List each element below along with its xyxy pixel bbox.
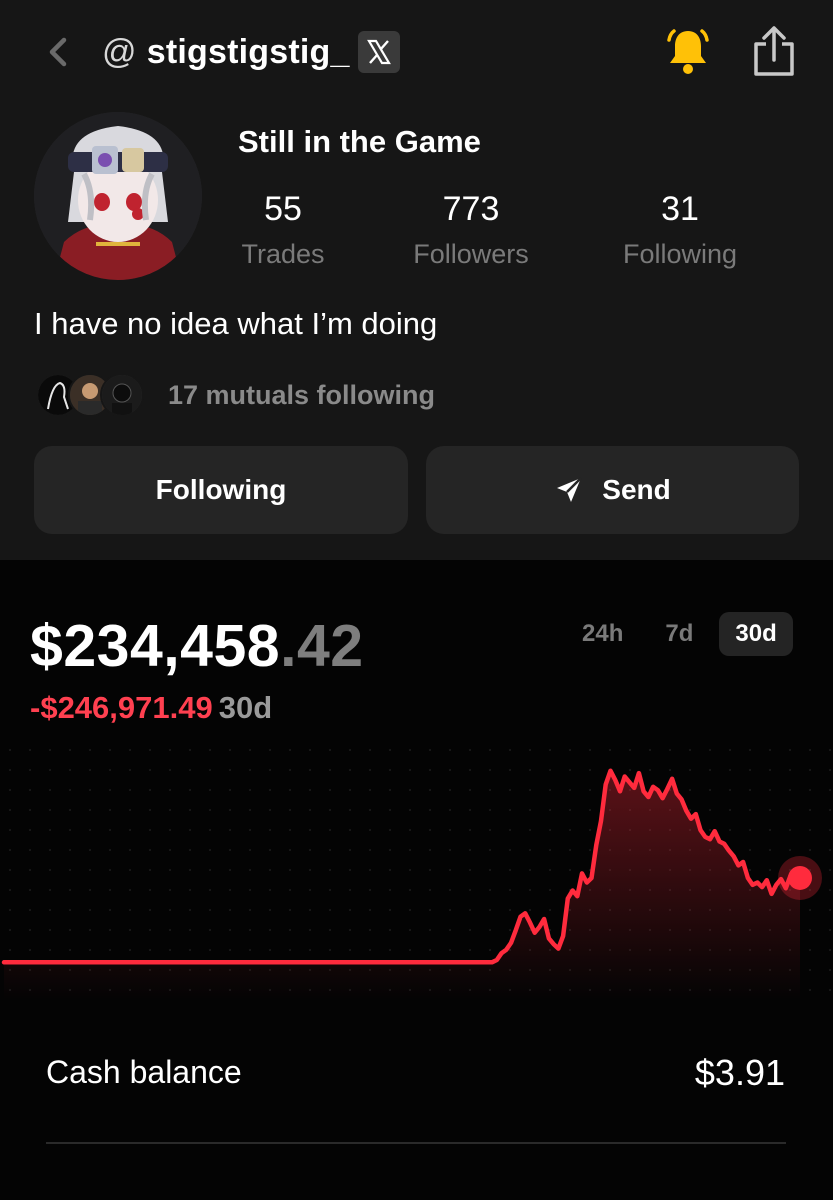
stat-label: Following xyxy=(622,239,738,269)
x-logo-icon[interactable] xyxy=(357,31,400,73)
x-logo-glyph xyxy=(366,39,391,65)
back-chevron-icon[interactable] xyxy=(44,32,74,72)
divider xyxy=(46,1142,786,1144)
share-icon[interactable] xyxy=(750,24,798,78)
portfolio-chart[interactable] xyxy=(0,740,833,1000)
mutual-avatar xyxy=(100,373,144,417)
portfolio-value: $234,458.42 xyxy=(30,612,364,680)
time-range-selector: 24h 7d 30d xyxy=(556,612,793,656)
stat-value: 31 xyxy=(661,190,699,228)
profile-header: @ stigstigstig_ xyxy=(0,22,833,82)
range-24h[interactable]: 24h xyxy=(566,612,639,656)
chart-endpoint-dot xyxy=(788,865,812,890)
stat-value: 55 xyxy=(264,190,302,228)
portfolio-change: -$246,971.49 30d xyxy=(30,690,272,726)
following-label: Following xyxy=(155,474,287,505)
following-button[interactable]: Following xyxy=(34,446,408,534)
stat-label: Trades xyxy=(241,239,325,269)
mutuals-row[interactable]: 17 mutuals following xyxy=(36,372,435,418)
mutuals-text: 17 mutuals following xyxy=(168,379,436,410)
profile-section: @ stigstigstig_ Still in the Game 55 Tra… xyxy=(0,0,833,560)
send-label: Send xyxy=(602,474,671,505)
avatar-illustration xyxy=(34,112,202,280)
cash-balance-label: Cash balance xyxy=(46,1054,242,1090)
cash-balance-value: $3.91 xyxy=(694,1052,785,1093)
stat-value: 773 xyxy=(442,190,500,228)
display-name: Still in the Game xyxy=(238,124,481,159)
change-amount: -$246,971.49 xyxy=(30,690,213,725)
range-30d[interactable]: 30d xyxy=(719,612,793,656)
change-period: 30d xyxy=(218,690,273,725)
stat-following[interactable]: 31 Following xyxy=(608,190,752,270)
profile-bio: I have no idea what I’m doing xyxy=(34,306,438,341)
at-symbol: @ xyxy=(102,32,137,71)
send-plane-icon xyxy=(557,477,583,502)
portfolio-value-main: $234,458 xyxy=(30,613,281,679)
range-7d[interactable]: 7d xyxy=(649,612,709,656)
send-button[interactable]: Send xyxy=(426,446,799,534)
mutual-avatar-3-art xyxy=(102,375,142,415)
stat-followers[interactable]: 773 Followers xyxy=(398,190,544,270)
stat-trades[interactable]: 55 Trades xyxy=(232,190,334,270)
bell-icon[interactable] xyxy=(664,26,712,76)
avatar[interactable] xyxy=(34,112,202,280)
portfolio-value-cents: .42 xyxy=(280,613,364,679)
stat-label: Followers xyxy=(413,239,529,269)
profile-handle: @ stigstigstig_ xyxy=(102,30,400,74)
handle-text: stigstigstig_ xyxy=(146,32,350,71)
